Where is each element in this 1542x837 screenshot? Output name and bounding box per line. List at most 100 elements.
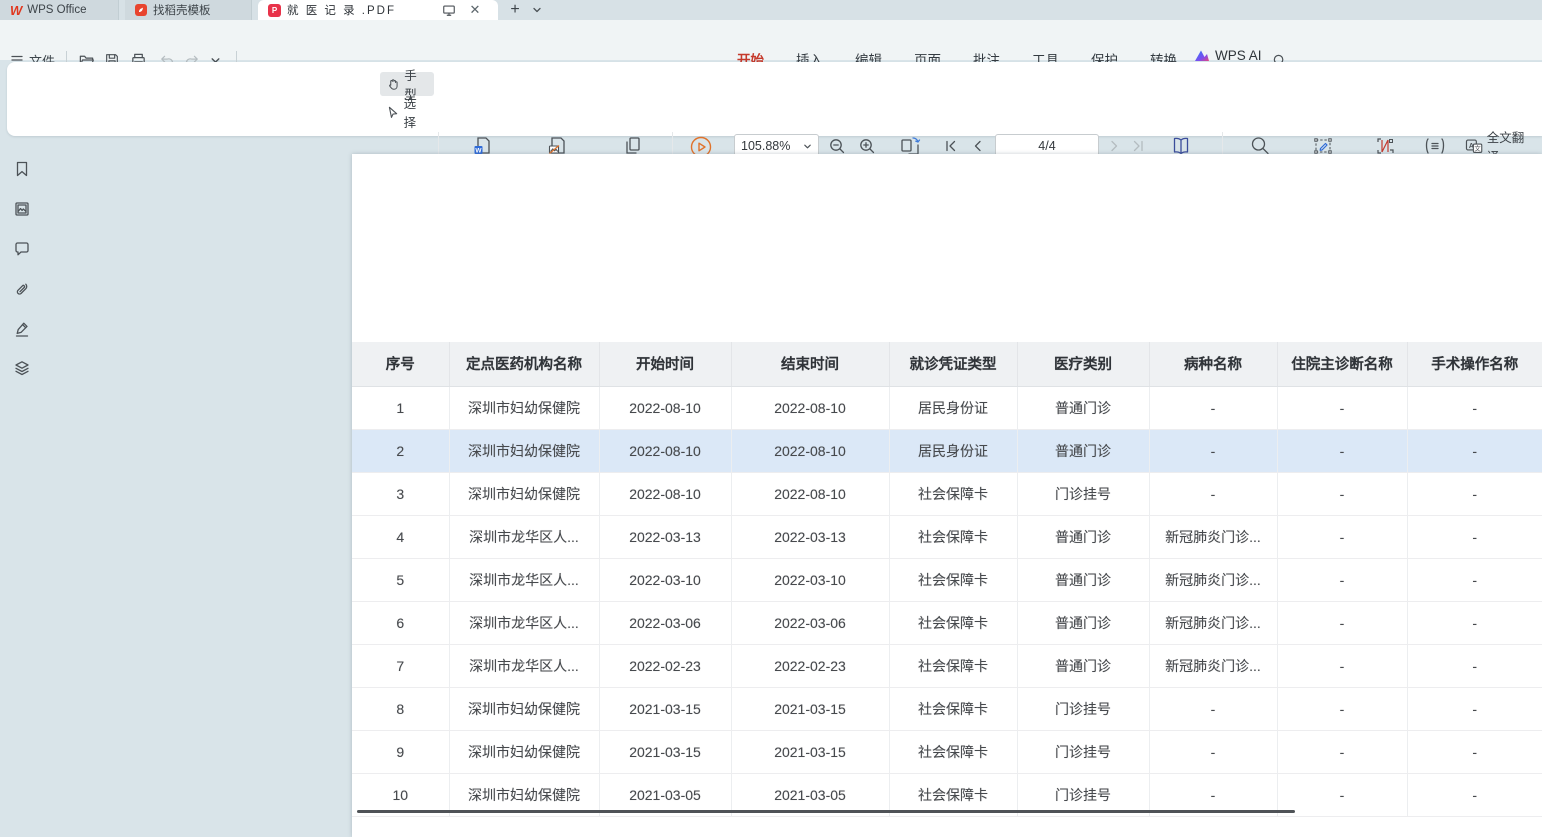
cursor-icon xyxy=(386,105,400,119)
table-cell: 深圳市妇幼保健院 xyxy=(449,472,599,515)
table-cell: 深圳市妇幼保健院 xyxy=(449,429,599,472)
sidebar-annotate-button[interactable] xyxy=(13,320,31,338)
tab-label: WPS Office xyxy=(27,4,86,16)
table-cell: 普通门诊 xyxy=(1017,644,1149,687)
table-cell: 2021-03-15 xyxy=(599,687,731,730)
table-row: 4深圳市龙华区人...2022-03-132022-03-13社会保障卡普通门诊… xyxy=(352,515,1542,558)
table-header-cell: 就诊凭证类型 xyxy=(889,342,1017,386)
table-cell: - xyxy=(1407,429,1542,472)
monitor-icon[interactable] xyxy=(442,3,456,20)
zoom-level-value: 105.88% xyxy=(741,139,790,153)
table-cell: 普通门诊 xyxy=(1017,386,1149,429)
table-cell: 深圳市龙华区人... xyxy=(449,515,599,558)
table-cell: 深圳市龙华区人... xyxy=(449,644,599,687)
wps-ai-icon xyxy=(1194,49,1210,63)
table-body: 1深圳市妇幼保健院2022-08-102022-08-10居民身份证普通门诊--… xyxy=(352,386,1542,816)
table-cell: 2022-02-23 xyxy=(731,644,889,687)
comment-icon xyxy=(13,240,31,258)
pdf-page: 序号定点医药机构名称开始时间结束时间就诊凭证类型医疗类别病种名称住院主诊断名称手… xyxy=(352,154,1542,837)
close-tab-icon[interactable]: ✕ xyxy=(466,0,484,20)
table-cell: - xyxy=(1277,386,1407,429)
table-cell: 深圳市妇幼保健院 xyxy=(449,386,599,429)
table-cell: 2021-03-15 xyxy=(731,730,889,773)
zoom-in-button[interactable] xyxy=(857,136,877,156)
table-cell: 2022-03-10 xyxy=(599,558,731,601)
table-cell: 1 xyxy=(352,386,449,429)
wps-ai-label: WPS AI xyxy=(1215,48,1262,63)
table-row: 2深圳市妇幼保健院2022-08-102022-08-10居民身份证普通门诊--… xyxy=(352,429,1542,472)
table-cell: 新冠肺炎门诊... xyxy=(1149,515,1277,558)
full-translate-icon: A 文 xyxy=(1465,138,1483,154)
svg-text:文: 文 xyxy=(1474,144,1481,153)
table-header-cell: 病种名称 xyxy=(1149,342,1277,386)
table-cell: 2022-03-06 xyxy=(599,601,731,644)
table-cell: - xyxy=(1149,386,1277,429)
table-cell: 2022-03-13 xyxy=(731,515,889,558)
next-page-button[interactable] xyxy=(1104,136,1124,156)
select-tool-button[interactable]: 选择 xyxy=(380,100,434,124)
last-page-button[interactable] xyxy=(1128,136,1148,156)
chevron-down-icon xyxy=(803,142,812,151)
table-cell: 深圳市龙华区人... xyxy=(449,601,599,644)
table-header-row: 序号定点医药机构名称开始时间结束时间就诊凭证类型医疗类别病种名称住院主诊断名称手… xyxy=(352,342,1542,386)
table-cell: - xyxy=(1407,386,1542,429)
last-page-icon xyxy=(1131,139,1145,153)
table-cell: 2022-08-10 xyxy=(731,429,889,472)
previous-page-button[interactable] xyxy=(968,136,988,156)
tab-docer-templates[interactable]: 找稻壳模板 xyxy=(125,0,252,20)
table-cell: - xyxy=(1277,515,1407,558)
table-row: 9深圳市妇幼保健院2021-03-152021-03-15社会保障卡门诊挂号--… xyxy=(352,730,1542,773)
embedded-table-scrollbar[interactable] xyxy=(357,810,1295,813)
ribbon-toolbar: 手型 选择 W PDF转换 输出为图片 xyxy=(7,62,1542,136)
table-cell: - xyxy=(1277,558,1407,601)
sidebar-thumbnails-button[interactable] xyxy=(13,200,31,218)
table-header-cell: 定点医药机构名称 xyxy=(449,342,599,386)
table-cell: 7 xyxy=(352,644,449,687)
sidebar-bookmarks-button[interactable] xyxy=(13,160,31,178)
table-cell: 门诊挂号 xyxy=(1017,687,1149,730)
table-cell: - xyxy=(1407,730,1542,773)
sidebar-layers-button[interactable] xyxy=(13,359,31,377)
table-cell: 6 xyxy=(352,601,449,644)
table-cell: - xyxy=(1277,773,1407,816)
tab-wps-home[interactable]: W WPS Office xyxy=(0,0,119,20)
table-cell: 门诊挂号 xyxy=(1017,730,1149,773)
paperclip-icon xyxy=(13,280,31,298)
table-cell: 5 xyxy=(352,558,449,601)
table-cell: - xyxy=(1407,644,1542,687)
table-cell: - xyxy=(1277,644,1407,687)
table-cell: 居民身份证 xyxy=(889,386,1017,429)
tab-list-chevron-icon[interactable] xyxy=(528,0,546,20)
zoom-in-icon xyxy=(858,137,876,155)
table-row: 7深圳市龙华区人...2022-02-232022-02-23社会保障卡普通门诊… xyxy=(352,644,1542,687)
table-header-cell: 序号 xyxy=(352,342,449,386)
sidebar-comments-button[interactable] xyxy=(13,240,31,258)
table-cell: 普通门诊 xyxy=(1017,515,1149,558)
table-cell: - xyxy=(1149,429,1277,472)
table-cell: - xyxy=(1277,687,1407,730)
zoom-out-button[interactable] xyxy=(827,136,847,156)
menu-bar: 文件 开始插入编辑页面批注工具保护转换 xyxy=(0,20,1542,60)
new-tab-button[interactable]: + xyxy=(506,0,524,20)
sidebar-attachments-button[interactable] xyxy=(13,280,31,298)
table-cell: 社会保障卡 xyxy=(889,515,1017,558)
table-header-cell: 开始时间 xyxy=(599,342,731,386)
table-cell: 社会保障卡 xyxy=(889,601,1017,644)
tab-label: 找稻壳模板 xyxy=(153,2,211,18)
table-cell: - xyxy=(1149,472,1277,515)
table-header-cell: 医疗类别 xyxy=(1017,342,1149,386)
table-cell: - xyxy=(1277,730,1407,773)
thumbnails-icon xyxy=(13,200,31,218)
table-cell: 社会保障卡 xyxy=(889,558,1017,601)
document-title: 就 医 记 录 .PDF xyxy=(287,2,396,18)
table-cell: - xyxy=(1277,472,1407,515)
tab-document-pdf[interactable]: P 就 医 记 录 .PDF ✕ xyxy=(258,0,498,20)
table-cell: - xyxy=(1407,773,1542,816)
table-row: 5深圳市龙华区人...2022-03-102022-03-10社会保障卡普通门诊… xyxy=(352,558,1542,601)
first-page-button[interactable] xyxy=(941,136,961,156)
table-cell: - xyxy=(1407,601,1542,644)
table-cell: 社会保障卡 xyxy=(889,730,1017,773)
table-row: 8深圳市妇幼保健院2021-03-152021-03-15社会保障卡门诊挂号--… xyxy=(352,687,1542,730)
table-cell: 2 xyxy=(352,429,449,472)
wps-ai-button[interactable]: WPS AI xyxy=(1194,48,1262,63)
